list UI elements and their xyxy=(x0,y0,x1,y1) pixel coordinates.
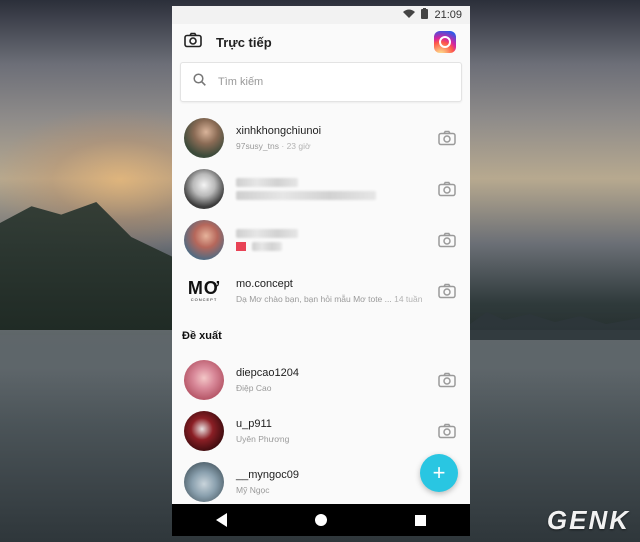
blurred-name xyxy=(236,177,298,187)
blurred-preview-row xyxy=(236,241,426,251)
avatar xyxy=(184,410,224,451)
camera-reply-icon[interactable] xyxy=(438,231,456,249)
avatar xyxy=(184,359,224,400)
instagram-logo-icon[interactable] xyxy=(434,31,456,53)
suggestion-username: u_p911 xyxy=(236,417,272,430)
mo-concept-logo: MƠ CONCEPT xyxy=(184,271,224,311)
conversation-row[interactable] xyxy=(172,214,470,265)
red-label-icon xyxy=(236,241,246,251)
app-bar: Trực tiếp xyxy=(172,24,470,60)
blurred-preview xyxy=(236,190,376,200)
camera-reply-icon[interactable] xyxy=(438,282,456,300)
search-icon xyxy=(193,73,206,91)
conversation-subtitle: Dạ Mơ chào bạn, bạn hỏi mẫu Mơ tote ... … xyxy=(236,294,426,304)
camera-reply-icon[interactable] xyxy=(438,371,456,389)
conversation-time: 14 tuần xyxy=(394,293,423,304)
conversation-subtitle: 97susy_tns · 23 giờ xyxy=(236,141,426,151)
back-icon[interactable] xyxy=(216,513,227,527)
status-bar: 21:09 xyxy=(172,6,470,24)
conversation-meta xyxy=(236,177,426,200)
status-time: 21:09 xyxy=(434,9,462,21)
conversation-row[interactable]: xinhkhongchiunoi 97susy_tns · 23 giờ xyxy=(172,112,470,163)
conversation-name: xinhkhongchiunoi xyxy=(236,124,322,137)
background-mountain-right xyxy=(470,312,640,340)
suggestion-fullname: Mỹ Ngọc xyxy=(236,484,270,495)
conversation-row[interactable] xyxy=(172,163,470,214)
suggestion-meta: u_p911 Uyên Phương xyxy=(236,418,426,444)
new-message-button[interactable]: + xyxy=(420,454,458,492)
recent-apps-icon[interactable] xyxy=(415,514,426,526)
mo-logo-text: MƠ xyxy=(187,278,221,298)
suggestion-row[interactable]: u_p911 Uyên Phương xyxy=(172,405,470,456)
phone-screen: 21:09 Trực tiếp Tìm kiếm xinhkhongchiuno… xyxy=(172,6,470,536)
genk-watermark: GENK xyxy=(546,505,630,535)
avatar xyxy=(184,461,224,502)
avatar xyxy=(184,219,224,260)
conversation-list: xinhkhongchiunoi 97susy_tns · 23 giờ MƠ … xyxy=(172,112,470,507)
conversation-meta: mo.concept Dạ Mơ chào bạn, bạn hỏi mẫu M… xyxy=(236,278,426,304)
suggestion-fullname: Điệp Cao xyxy=(236,382,272,393)
mo-logo-subtext: CONCEPT xyxy=(190,297,218,302)
suggestion-meta: diepcao1204 Điệp Cao xyxy=(236,367,426,393)
suggestion-row[interactable]: diepcao1204 Điệp Cao xyxy=(172,354,470,405)
home-icon[interactable] xyxy=(315,514,327,526)
battery-icon xyxy=(421,8,429,22)
suggestion-fullname: Uyên Phương xyxy=(236,433,290,444)
conversation-meta: xinhkhongchiunoi 97susy_tns · 23 giờ xyxy=(236,125,426,151)
camera-reply-icon[interactable] xyxy=(438,129,456,147)
conversation-time: 23 giờ xyxy=(286,140,311,151)
wifi-icon xyxy=(403,9,416,22)
camera-icon[interactable] xyxy=(184,32,202,53)
conversation-row[interactable]: MƠ CONCEPT mo.concept Dạ Mơ chào bạn, bạ… xyxy=(172,265,470,316)
camera-reply-icon[interactable] xyxy=(438,180,456,198)
plus-icon: + xyxy=(432,460,446,485)
avatar xyxy=(184,117,224,158)
suggestion-meta: __myngoc09 Mỹ Ngọc xyxy=(236,469,426,495)
conversation-preview: Dạ Mơ chào bạn, bạn hỏi mẫu Mơ tote ... xyxy=(236,293,392,304)
conversation-preview: 97susy_tns xyxy=(236,140,279,151)
suggestion-username: diepcao1204 xyxy=(236,366,300,379)
page-title: Trực tiếp xyxy=(216,34,272,50)
conversation-name: mo.concept xyxy=(236,277,293,290)
android-nav-bar xyxy=(172,504,470,536)
suggestion-username: __myngoc09 xyxy=(236,468,299,481)
search-bar[interactable]: Tìm kiếm xyxy=(180,62,462,102)
conversation-meta xyxy=(236,228,426,251)
blurred-name xyxy=(236,228,298,238)
avatar xyxy=(184,168,224,209)
camera-reply-icon[interactable] xyxy=(438,422,456,440)
blurred-preview xyxy=(252,241,282,251)
search-placeholder: Tìm kiếm xyxy=(218,76,264,88)
suggestions-heading: Đề xuất xyxy=(182,330,222,342)
